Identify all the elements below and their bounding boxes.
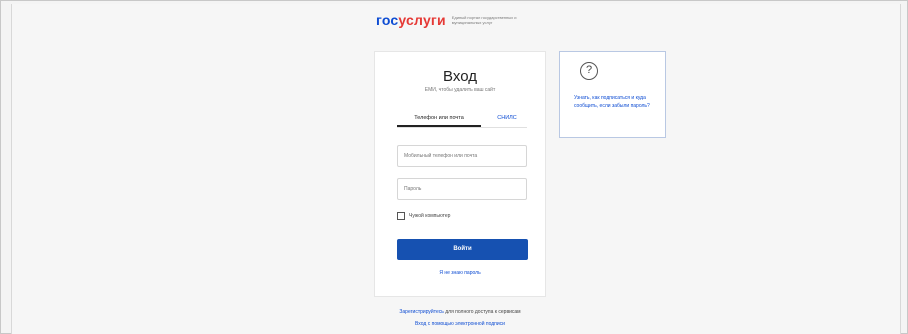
remember-row[interactable]: Чужой компьютер [397, 212, 450, 220]
forgot-password-link[interactable]: Я не знаю пароль [375, 270, 545, 276]
gosuslugi-logo[interactable]: госуслуги Единый портал государственных … [376, 12, 524, 28]
login-card: Вход ЕМИ, чтобы удалить ваш сайт Телефон… [374, 51, 546, 297]
logo-tagline: Единый портал государственных и муниципа… [451, 15, 517, 25]
logo-uslugi: услуги [398, 12, 446, 28]
logo-wordmark: госуслуги [376, 12, 446, 28]
help-link[interactable]: Узнать, как подписаться и куда сообщить,… [574, 94, 654, 110]
login-tabs: Телефон или почта СНИЛС [397, 112, 527, 128]
foreign-computer-label: Чужой компьютер [409, 213, 451, 219]
password-input[interactable] [397, 178, 527, 200]
register-suffix: для полного доступа к сервисам [445, 309, 521, 315]
register-line: Зарегистрируйтесь для полного доступа к … [0, 309, 908, 315]
login-input[interactable] [397, 145, 527, 167]
foreign-computer-checkbox[interactable] [397, 212, 405, 220]
login-subtitle: ЕМИ, чтобы удалить ваш сайт [424, 87, 496, 93]
tab-snils[interactable]: СНИЛС [492, 112, 522, 127]
tab-phone-or-email[interactable]: Телефон или почта [397, 112, 481, 127]
question-circle-icon: ? [580, 62, 598, 80]
esign-login-link[interactable]: Вход с помощью электронной подписи [0, 321, 908, 327]
register-link[interactable]: Зарегистрируйтесь [399, 309, 443, 315]
login-button[interactable]: Войти [397, 239, 528, 260]
login-title: Вход [443, 68, 477, 85]
help-card: ? Узнать, как подписаться и куда сообщит… [559, 51, 666, 138]
logo-gos: гос [376, 12, 399, 28]
